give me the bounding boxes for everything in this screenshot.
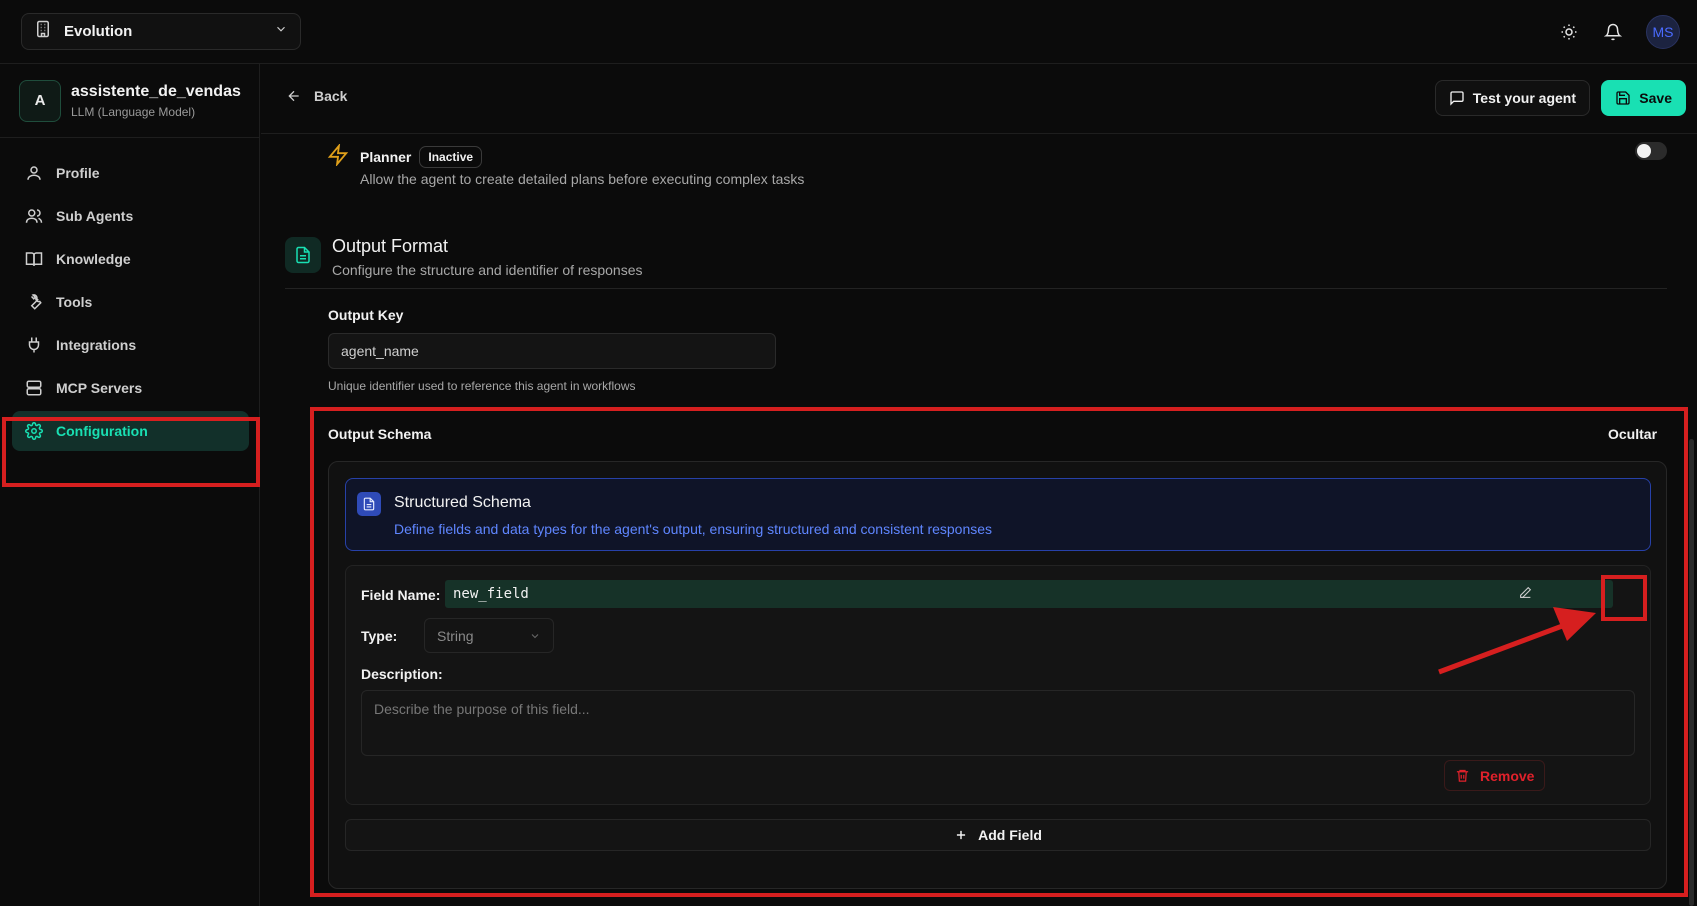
annotation-arrow <box>1438 607 1596 675</box>
